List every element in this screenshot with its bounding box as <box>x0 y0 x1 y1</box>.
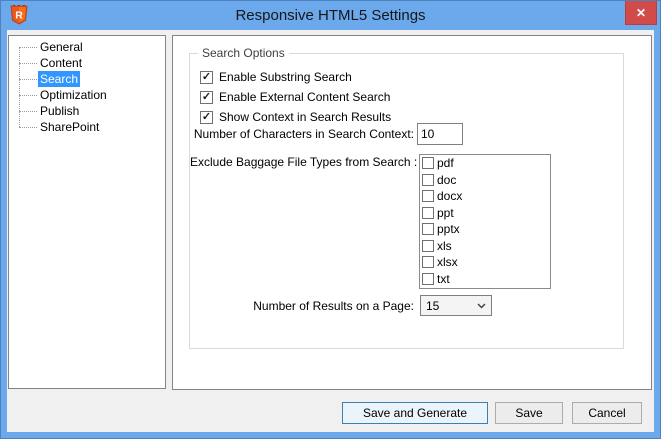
window-title: Responsive HTML5 Settings <box>0 0 661 30</box>
pdf-checkbox[interactable] <box>422 157 434 169</box>
context-chars-label: Number of Characters in Search Context: <box>190 127 414 141</box>
settings-nav-panel: General Content Search Optimization Publ… <box>8 35 166 389</box>
chevron-down-icon <box>477 303 486 309</box>
close-icon: ✕ <box>636 6 646 20</box>
results-per-page-label: Number of Results on a Page: <box>190 299 414 313</box>
tree-item-sharepoint[interactable]: SharePoint <box>9 119 165 135</box>
results-per-page-dropdown[interactable]: 15 <box>420 295 492 316</box>
xls-checkbox[interactable] <box>422 240 434 252</box>
list-item-pdf[interactable]: pdf <box>420 155 550 172</box>
save-button[interactable]: Save <box>495 402 563 424</box>
list-item-txt[interactable]: txt <box>420 271 550 288</box>
external-content-search-label: Enable External Content Search <box>219 90 390 104</box>
context-chars-input[interactable] <box>417 123 463 145</box>
settings-dialog: R Responsive HTML5 Settings ✕ General Co… <box>0 0 661 439</box>
ppt-checkbox[interactable] <box>422 207 434 219</box>
dialog-body: General Content Search Optimization Publ… <box>7 30 654 432</box>
tree-item-optimization[interactable]: Optimization <box>9 87 165 103</box>
list-item-doc[interactable]: doc <box>420 172 550 189</box>
substring-search-row: Enable Substring Search <box>200 69 352 85</box>
show-context-checkbox[interactable] <box>200 111 213 124</box>
search-options-groupbox: Search Options Enable Substring Search E… <box>189 53 624 349</box>
show-context-row: Show Context in Search Results <box>200 109 391 125</box>
list-item-pptx[interactable]: pptx <box>420 221 550 238</box>
xlsx-checkbox[interactable] <box>422 256 434 268</box>
title-bar[interactable]: R Responsive HTML5 Settings ✕ <box>0 0 661 30</box>
ppt-label: ppt <box>437 206 454 220</box>
txt-checkbox[interactable] <box>422 273 434 285</box>
close-button[interactable]: ✕ <box>625 1 657 25</box>
xls-label: xls <box>437 239 452 253</box>
docx-checkbox[interactable] <box>422 190 434 202</box>
show-context-label: Show Context in Search Results <box>219 110 391 124</box>
list-item-xlsx[interactable]: xlsx <box>420 254 550 271</box>
xlsx-label: xlsx <box>437 255 458 269</box>
external-content-search-checkbox[interactable] <box>200 91 213 104</box>
tree-item-label[interactable]: Publish <box>38 103 81 119</box>
tree-item-label[interactable]: SharePoint <box>38 119 101 135</box>
list-item-docx[interactable]: docx <box>420 188 550 205</box>
settings-tree: General Content Search Optimization Publ… <box>9 39 165 135</box>
tree-item-publish[interactable]: Publish <box>9 103 165 119</box>
doc-label: doc <box>437 173 456 187</box>
docx-label: docx <box>437 189 462 203</box>
list-item-xls[interactable]: xls <box>420 238 550 255</box>
pptx-checkbox[interactable] <box>422 223 434 235</box>
tree-item-search[interactable]: Search <box>9 71 165 87</box>
pptx-label: pptx <box>437 222 460 236</box>
search-settings-panel: Search Options Enable Substring Search E… <box>172 35 652 390</box>
tree-item-label[interactable]: Search <box>38 71 80 87</box>
save-and-generate-button[interactable]: Save and Generate <box>342 402 488 424</box>
results-per-page-value: 15 <box>421 299 477 313</box>
cancel-button[interactable]: Cancel <box>572 402 642 424</box>
doc-checkbox[interactable] <box>422 174 434 186</box>
file-type-listbox[interactable]: pdf doc docx ppt <box>419 154 551 289</box>
pdf-label: pdf <box>437 156 454 170</box>
tree-item-label[interactable]: General <box>38 39 85 55</box>
list-item-ppt[interactable]: ppt <box>420 205 550 222</box>
tree-item-label[interactable]: Content <box>38 55 84 71</box>
tree-item-label[interactable]: Optimization <box>38 87 109 103</box>
txt-label: txt <box>437 272 450 286</box>
exclude-files-label: Exclude Baggage File Types from Search : <box>190 155 412 169</box>
tree-item-general[interactable]: General <box>9 39 165 55</box>
external-content-search-row: Enable External Content Search <box>200 89 390 105</box>
tree-item-content[interactable]: Content <box>9 55 165 71</box>
substring-search-label: Enable Substring Search <box>219 70 352 84</box>
groupbox-title: Search Options <box>198 46 289 60</box>
substring-search-checkbox[interactable] <box>200 71 213 84</box>
